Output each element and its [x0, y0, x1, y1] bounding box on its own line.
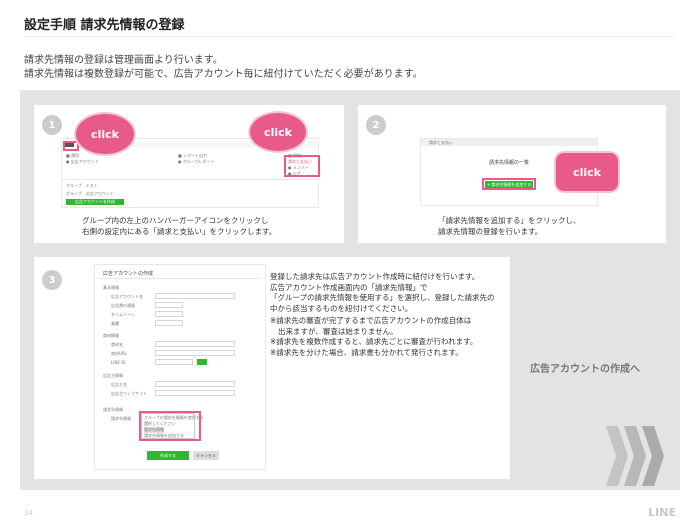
desc-line-4: 中から該当するものを紐付けてください。	[270, 303, 413, 313]
form-title: 広告アカウントの作成	[103, 271, 154, 277]
step-2-highlight	[482, 178, 536, 190]
click-callout-left: click	[76, 114, 134, 154]
desc-note-1b: 出来ますが、審査は始まりません。	[278, 326, 398, 336]
step-2-caption: 「請求先情報を追加する」をクリックし、 請求先情報の登録を行います。	[438, 215, 581, 237]
ad-url-input[interactable]	[155, 390, 235, 396]
section-basic: 基本情報	[103, 285, 119, 290]
step-1-highlight-billing	[284, 155, 320, 177]
page-number: 34	[24, 509, 33, 517]
label-ad-name: 広告主名	[111, 382, 127, 387]
brand-logo: LINE	[648, 506, 676, 519]
cancel-button[interactable]: キャンセル	[193, 451, 219, 460]
step-2-badge: 2	[366, 115, 386, 135]
currency-select[interactable]	[155, 302, 183, 308]
desc-line-2: 広告アカウント作成画面内の「請求先情報」で	[270, 282, 428, 292]
step-2-caption-line-2: 請求先情報の登録を行います。	[438, 227, 543, 236]
tab-accounts: 広告アカウント	[86, 191, 114, 196]
desc-line-1: 登録した請求先は広告アカウント作成時に紐付けを行います。	[270, 272, 480, 281]
step-3-badge: 3	[42, 270, 62, 290]
label-account-name: 広告アカウント名	[111, 294, 143, 299]
form-rule	[99, 278, 261, 279]
section-advertiser: 広告主情報	[103, 373, 123, 378]
desc-note-3: ※請求先を分けた場合、請求書も分かれて発行されます。	[270, 347, 463, 357]
account-name-input[interactable]	[155, 293, 235, 299]
desc-line-3: 「グループの請求先情報を使用する」を選択し、登録した請求先の	[270, 293, 495, 302]
nav-col1-item: ● 広告アカウント	[66, 159, 99, 164]
step-1-card: 1 ■ 運用 ● 広告アカウント ■ レポート出力 ● グループレポート ■ 設…	[34, 105, 344, 243]
step-2-card: 2 請求と支払い 請求先情報の一覧 + 請求先情報を追加する click 「請求…	[358, 105, 666, 243]
label-line-id: LINE ID	[111, 360, 126, 365]
desc-note-2: ※請求先を複数作成すると、請求先ごとに審査が行われます。	[270, 337, 478, 346]
tab-group: グループ	[66, 191, 82, 196]
step-1-caption-line-2: 右側の設定内にある「請求と支払い」をクリックします。	[82, 227, 277, 236]
step-2-caption-line-1: 「請求先情報を追加する」をクリックし、	[438, 216, 581, 225]
step-3-highlight	[139, 411, 201, 441]
click-callout: click	[556, 153, 618, 191]
intro-line-1: 請求先情報の登録は管理画面より行います。	[24, 55, 223, 66]
create-account-button[interactable]: 広告アカウントを作成	[66, 199, 124, 205]
intro-line-2: 請求先情報は複数登録が可能で、広告アカウント毎に紐付けていただく必要があります。	[24, 69, 423, 80]
label-currency: 広告費の通貨	[111, 303, 135, 308]
site-name-input[interactable]	[155, 341, 235, 347]
title-divider	[24, 36, 676, 37]
label-site-name: 商材名	[111, 342, 123, 347]
step-1-caption-line-1: グループ内の左上のハンバーガーアイコンをクリックし	[82, 216, 269, 225]
step-2-header: 請求と支払い	[429, 140, 453, 145]
industry-select[interactable]	[155, 320, 183, 326]
section-billing: 請求先情報	[103, 407, 123, 412]
intro-text: 請求先情報の登録は管理画面より行います。 請求先情報は複数登録が可能で、広告アカ…	[24, 54, 423, 82]
nav-col2-item: ● グループレポート	[178, 159, 215, 164]
next-step-label: 広告アカウントの作成へ	[530, 364, 640, 375]
ad-name-input[interactable]	[155, 381, 235, 387]
group-title: グループ テスト	[66, 183, 98, 188]
line-id-input[interactable]	[155, 359, 193, 365]
label-ad-url: 広告主ウェブサイト	[111, 391, 147, 396]
desc-note-1: ※請求先の審査が完了するまで広告アカウントの作成自体は	[270, 316, 472, 325]
click-callout-right: click	[250, 113, 306, 151]
page-title: 設定手順 請求先情報の登録	[24, 18, 185, 33]
section-site: 商材情報	[103, 333, 119, 338]
create-button[interactable]: 作成する	[147, 451, 189, 460]
timezone-select[interactable]	[155, 311, 183, 317]
step-1-badge: 1	[42, 115, 62, 135]
label-industry: 業種	[111, 321, 119, 326]
label-billing: 請求先情報	[111, 416, 131, 421]
step-1-caption: グループ内の左上のハンバーガーアイコンをクリックし 右側の設定内にある「請求と支…	[82, 215, 276, 237]
step-3-description: 登録した請求先は広告アカウント作成時に紐付けを行います。 広告アカウント作成画面…	[270, 272, 495, 358]
chevron-right-icon-3	[642, 426, 664, 486]
billing-list-title: 請求先情報の一覧	[489, 160, 530, 166]
site-url-input[interactable]	[155, 350, 235, 356]
step-1-highlight-menu	[63, 141, 79, 151]
divider	[62, 179, 318, 180]
line-id-check[interactable]	[197, 359, 207, 365]
label-timezone: タイムゾーン	[111, 312, 135, 317]
label-site-url: 商材URL	[111, 351, 127, 356]
